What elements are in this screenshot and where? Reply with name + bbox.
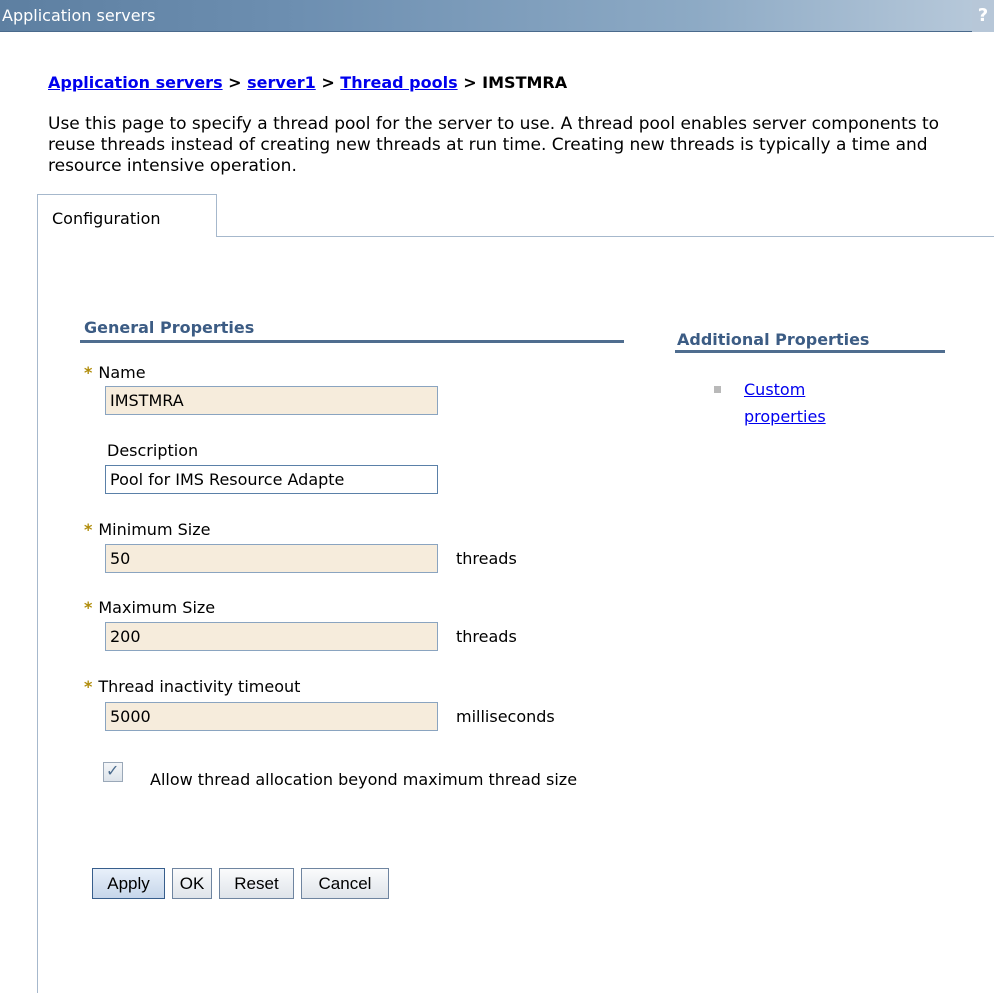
minimum-size-unit: threads	[456, 549, 517, 568]
page-description: Use this page to specify a thread pool f…	[48, 114, 940, 176]
breadcrumb-separator: >	[321, 73, 335, 92]
required-marker: *	[84, 363, 93, 382]
help-icon[interactable]: ?	[972, 0, 994, 32]
required-marker: *	[84, 677, 93, 696]
additional-properties-rule	[675, 350, 945, 353]
breadcrumb: Application servers > server1 > Thread p…	[48, 73, 567, 92]
description-field[interactable]	[105, 465, 438, 494]
timeout-label: * Thread inactivity timeout	[84, 677, 301, 696]
maximum-size-field[interactable]	[105, 622, 438, 651]
timeout-field[interactable]	[105, 702, 438, 731]
breadcrumb-link-thread-pools[interactable]: Thread pools	[340, 73, 457, 92]
maximum-size-label: * Maximum Size	[84, 598, 216, 617]
breadcrumb-link-server1[interactable]: server1	[247, 73, 316, 92]
cancel-button[interactable]: Cancel	[301, 868, 389, 899]
general-properties-heading: General Properties	[84, 318, 255, 337]
title-bar: Application servers ?	[0, 0, 994, 32]
ok-button[interactable]: OK	[172, 868, 212, 899]
name-field[interactable]	[105, 386, 438, 415]
bullet-icon	[714, 386, 721, 393]
custom-properties-link[interactable]: Custom properties	[744, 376, 884, 430]
name-label: * Name	[84, 363, 146, 382]
window-title: Application servers	[2, 6, 156, 25]
additional-properties-heading: Additional Properties	[677, 330, 870, 349]
breadcrumb-separator: >	[463, 73, 477, 92]
required-marker: *	[84, 520, 93, 539]
minimum-size-label: * Minimum Size	[84, 520, 211, 539]
tab-configuration[interactable]: Configuration	[37, 194, 217, 237]
breadcrumb-separator: >	[228, 73, 242, 92]
maximum-size-unit: threads	[456, 627, 517, 646]
breadcrumb-current: IMSTMRA	[482, 73, 568, 92]
description-label: Description	[107, 441, 199, 460]
breadcrumb-link-application-servers[interactable]: Application servers	[48, 73, 223, 92]
general-properties-rule	[80, 340, 624, 343]
timeout-unit: milliseconds	[456, 707, 555, 726]
reset-button[interactable]: Reset	[219, 868, 294, 899]
minimum-size-field[interactable]	[105, 544, 438, 573]
required-marker: *	[84, 598, 93, 617]
allow-growth-label: Allow thread allocation beyond maximum t…	[150, 770, 578, 789]
apply-button[interactable]: Apply	[92, 868, 165, 899]
